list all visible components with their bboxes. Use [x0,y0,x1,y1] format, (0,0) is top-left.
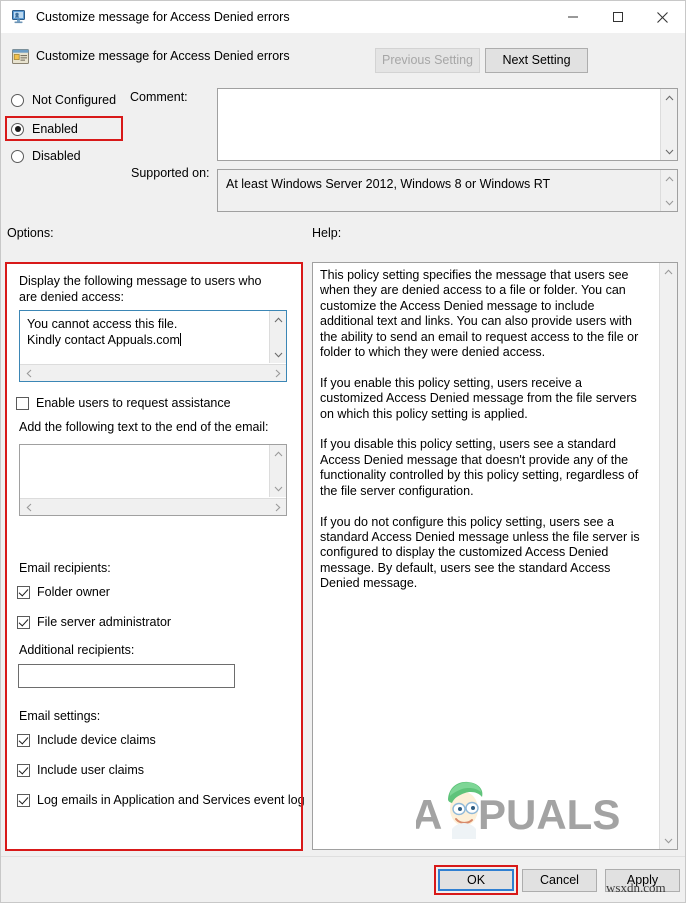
email-text-label: Add the following text to the end of the… [19,420,269,434]
checkbox-label: Include device claims [37,733,156,747]
computer-policy-icon [10,8,28,26]
additional-recipients-label: Additional recipients: [19,643,135,657]
chevron-up-icon[interactable] [660,263,677,280]
comment-label: Comment: [130,90,188,104]
chevron-right-icon[interactable] [269,499,286,516]
comment-input[interactable] [217,88,678,161]
help-panel-label: Help: [312,226,342,240]
enable-assistance-checkbox[interactable]: Enable users to request assistance [16,395,231,411]
chevron-up-icon[interactable] [661,89,678,106]
include-user-claims-checkbox[interactable]: Include user claims [17,762,144,778]
checkbox-label: Enable users to request assistance [36,396,231,410]
chevron-down-icon[interactable] [270,346,287,363]
close-button[interactable] [640,1,685,33]
display-message-input[interactable]: You cannot access this file. Kindly cont… [19,310,287,382]
next-setting-button[interactable]: Next Setting [485,48,588,73]
policy-setting-dialog: Customize message for Access Denied erro… [0,0,686,903]
chevron-down-icon[interactable] [270,480,287,497]
checkbox-indicator [17,733,30,747]
checkbox-label: File server administrator [37,615,172,629]
supported-on-label: Supported on: [131,166,210,180]
previous-setting-button[interactable]: Previous Setting [375,48,480,73]
title-bar: Customize message for Access Denied erro… [1,1,685,33]
display-message-label: Display the following message to users w… [19,274,262,304]
help-text: This policy setting specifies the messag… [320,268,640,591]
checkbox-indicator [17,615,30,629]
message-vscrollbar[interactable] [269,311,286,363]
cancel-button[interactable]: Cancel [522,869,597,892]
chevron-down-icon[interactable] [661,143,678,160]
radio-label: Not Configured [32,93,117,107]
chevron-down-icon[interactable] [660,832,677,849]
email-settings-label: Email settings: [19,709,101,723]
minimize-button[interactable] [550,1,595,33]
email-text-vscrollbar[interactable] [269,445,286,497]
supported-on-field: At least Windows Server 2012, Windows 8 … [217,169,678,212]
checkbox-indicator [17,763,30,777]
chevron-up-icon[interactable] [270,311,287,328]
comment-scrollbar[interactable] [660,89,677,160]
chevron-up-icon[interactable] [270,445,287,462]
chevron-right-icon[interactable] [269,365,286,382]
additional-recipients-input[interactable] [18,664,235,688]
ok-button[interactable]: OK [438,869,514,891]
checkbox-label: Log emails in Application and Services e… [37,793,305,807]
radio-indicator [11,149,24,163]
radio-disabled[interactable]: Disabled [11,147,81,165]
chevron-up-icon[interactable] [661,170,678,187]
help-scrollbar[interactable] [659,263,677,849]
include-device-claims-checkbox[interactable]: Include device claims [17,732,156,748]
supported-on-scrollbar[interactable] [660,170,677,211]
radio-enabled[interactable]: Enabled [11,120,78,138]
maximize-button[interactable] [595,1,640,33]
checkbox-indicator [16,396,29,410]
footer-separator [1,856,685,857]
supported-on-value: At least Windows Server 2012, Windows 8 … [226,177,551,191]
options-panel-label: Options: [7,226,54,240]
chevron-left-icon[interactable] [20,365,37,382]
folder-owner-checkbox[interactable]: Folder owner [17,584,110,600]
file-server-administrator-checkbox[interactable]: File server administrator [17,614,171,630]
setting-title: Customize message for Access Denied erro… [36,49,290,63]
email-text-input[interactable] [19,444,287,516]
options-panel: Display the following message to users w… [7,264,305,849]
checkbox-label: Include user claims [37,763,144,777]
radio-label: Enabled [32,122,78,136]
radio-label: Disabled [32,149,81,163]
email-recipients-label: Email recipients: [19,561,111,575]
window-title: Customize message for Access Denied erro… [36,10,290,24]
help-panel: This policy setting specifies the messag… [312,262,678,850]
checkbox-indicator [17,793,30,807]
checkbox-indicator [17,585,30,599]
chevron-left-icon[interactable] [20,499,37,516]
window-controls [550,1,685,33]
checkbox-label: Folder owner [37,585,110,599]
display-message-value: You cannot access this file. Kindly cont… [27,317,181,347]
wsxdn-watermark: wsxdn.com [606,880,666,895]
chevron-down-icon[interactable] [661,194,678,211]
log-emails-checkbox[interactable]: Log emails in Application and Services e… [17,792,305,808]
radio-indicator [11,122,24,136]
email-text-hscrollbar[interactable] [20,498,286,515]
radio-indicator [11,93,24,107]
radio-not-configured[interactable]: Not Configured [11,91,116,109]
policy-setting-icon [11,47,30,66]
message-hscrollbar[interactable] [20,364,286,381]
